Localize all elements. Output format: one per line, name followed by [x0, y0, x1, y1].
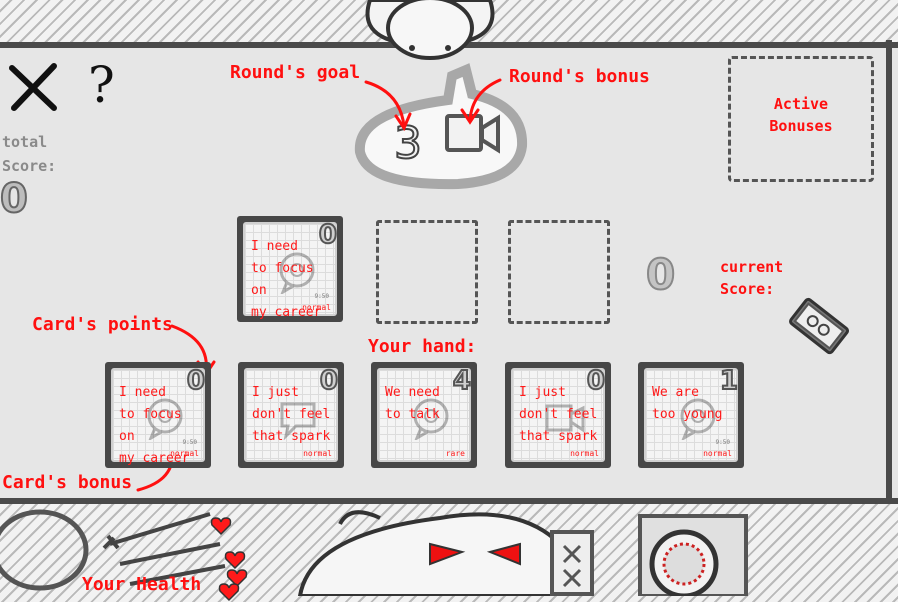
card-points: 4 [452, 365, 472, 397]
deck-icon[interactable] [782, 292, 852, 362]
phone-device [550, 530, 594, 596]
close-button[interactable] [6, 60, 60, 114]
card-rarity: normal [170, 449, 199, 458]
round-goal-value: 3 [393, 117, 423, 170]
hand-card[interactable]: We are too young 1 9:50 normal [638, 362, 744, 468]
card-time: 9:50 [182, 439, 197, 446]
opponent-character [365, 0, 495, 60]
close-icon [9, 63, 57, 111]
current-score-annotation: current Score: [720, 256, 783, 300]
cards-bonus-annotation: Card's bonus [2, 472, 133, 493]
empty-card-slot[interactable] [376, 220, 478, 324]
card-text: We need to talk [385, 385, 440, 422]
total-score-label-line1: total [2, 133, 48, 151]
current-score-value: 0 [645, 249, 676, 300]
card-face: We are too young 1 9:50 normal [644, 365, 739, 462]
card-points: 0 [186, 365, 206, 397]
hand-card[interactable]: We need to talk 4 rare [371, 362, 477, 468]
rounds-goal-annotation: Round's goal [230, 62, 361, 83]
current-score-label-line1: current [720, 258, 784, 276]
your-health-annotation: Your Health [82, 574, 202, 595]
arrow-shaft [109, 512, 211, 546]
card-text: I just don't feel that spark [519, 385, 598, 444]
card-time: 9:50 [314, 293, 329, 300]
left-ring [0, 509, 89, 591]
hand-card[interactable]: I need to focus on my career 0 9:50 normal [105, 362, 211, 468]
right-border [886, 40, 892, 502]
rounds-bonus-annotation: Round's bonus [509, 66, 650, 87]
played-card[interactable]: I need to focus on my career 0 9:50 normal [237, 216, 343, 322]
card-rarity: normal [570, 449, 599, 458]
card-points: 0 [586, 365, 606, 397]
card-face: I just don't feel that spark 0 normal [244, 365, 339, 462]
card-time: 9:50 [715, 439, 730, 446]
current-score-label-line2: Score: [720, 280, 775, 298]
cards-points-annotation: Card's points [32, 314, 173, 335]
card-rarity: normal [302, 303, 331, 312]
card-face: I just don't feel that spark 0 normal [511, 365, 606, 462]
your-hand-annotation: Your hand: [368, 336, 477, 357]
hand-card[interactable]: I just don't feel that spark 0 normal [505, 362, 611, 468]
card-points: 1 [719, 365, 739, 397]
help-button[interactable]: ? [88, 56, 115, 114]
hand-card[interactable]: I just don't feel that spark 0 normal [238, 362, 344, 468]
card-points: 0 [318, 219, 338, 251]
health-heart-icon [224, 551, 246, 570]
card-text: We are too young [652, 385, 723, 422]
video-camera-icon [445, 114, 500, 154]
total-score-label-line2: Score: [2, 157, 57, 175]
total-score-value: 0 [0, 175, 29, 223]
card-points: 0 [319, 365, 339, 397]
card-face: I need to focus on my career 0 9:50 normal [111, 365, 206, 466]
active-bonuses-label-line1: Active [773, 95, 829, 113]
card-face: We need to talk 4 rare [377, 365, 472, 462]
empty-card-slot[interactable] [508, 220, 610, 324]
total-score-label: total Score: [2, 130, 56, 178]
card-rarity: normal [303, 449, 332, 458]
card-face: I need to focus on my career 0 9:50 normal [243, 219, 338, 320]
card-rarity: rare [445, 449, 465, 458]
health-heart-icon [210, 517, 232, 536]
health-heart-icon [218, 583, 240, 602]
card-text: I just don't feel that spark [252, 385, 331, 444]
active-bonuses-label-line2: Bonuses [769, 117, 833, 135]
card-rarity: normal [703, 449, 732, 458]
active-bonuses-area: Active Bonuses [728, 56, 874, 182]
